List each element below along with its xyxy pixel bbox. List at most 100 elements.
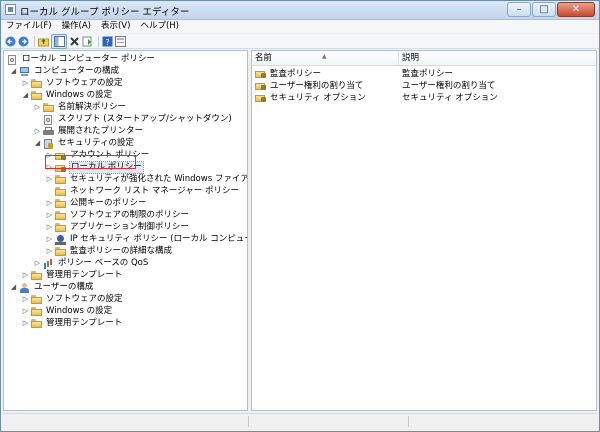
expand-collapse-icon[interactable]: ◢ [9, 67, 18, 76]
folder-icon [31, 270, 42, 281]
refresh-button[interactable] [82, 36, 93, 47]
tree-node-name-resolution-policy[interactable]: ▷ 名前解決ポリシー [33, 102, 127, 113]
tree-node-security-settings[interactable]: ◢ セキュリティの設定 [33, 138, 135, 149]
expand-icon[interactable]: ▷ [21, 295, 30, 304]
tree-node-policy-based-qos[interactable]: ▷ ポリシー ベースの QoS [33, 258, 149, 269]
expand-collapse-icon[interactable]: ◢ [33, 139, 42, 148]
expand-icon[interactable]: ▷ [33, 127, 42, 136]
folder-icon [55, 210, 66, 221]
tree-node-windows-settings[interactable]: ◢ Windows の設定 [21, 90, 113, 101]
minimize-button[interactable]: – [507, 2, 531, 17]
tree-node-label: スクリプト (スタートアップ/シャットダウン) [58, 114, 232, 124]
show-hide-tree-button[interactable] [51, 33, 67, 49]
status-bar [3, 413, 597, 430]
tree-node-label: Windows の設定 [46, 306, 113, 316]
expand-icon[interactable]: ▷ [33, 103, 42, 112]
computer-icon [19, 66, 30, 77]
expand-icon[interactable]: ▷ [45, 199, 54, 208]
folder-icon [31, 78, 42, 89]
properties-button[interactable] [115, 35, 126, 47]
tree-node-local-computer-policy[interactable]: ローカル コンピューター ポリシー [7, 54, 156, 65]
column-header-name[interactable]: ▲ 名前 [252, 51, 399, 65]
tree-node-label: ソフトウェアの設定 [46, 78, 123, 88]
tree-node-label: 名前解決ポリシー [58, 102, 127, 112]
toolbar-separator [34, 35, 35, 47]
delete-button[interactable] [69, 36, 80, 47]
tree-node-public-key-policy[interactable]: ▷ 公開キーのポリシー [45, 198, 148, 209]
tree-node-user-software-settings[interactable]: ▷ ソフトウェアの設定 [21, 294, 124, 305]
toolbar-separator [98, 35, 99, 47]
list-item[interactable]: セキュリティ オプション セキュリティ オプション [252, 92, 596, 104]
tree-node-user-windows-settings[interactable]: ▷ Windows の設定 [21, 306, 113, 317]
back-button[interactable] [5, 36, 16, 47]
tree-node-admin-templates[interactable]: ▷ 管理用テンプレート [21, 270, 123, 281]
expand-collapse-icon[interactable]: ◢ [21, 91, 30, 100]
tree-node-label: ソフトウェアの制限のポリシー [70, 210, 190, 220]
lock-folder-icon [255, 93, 266, 103]
show-hide-tree-icon [53, 35, 65, 47]
close-button[interactable]: ✕ [557, 2, 595, 17]
properties-icon [115, 35, 126, 47]
expand-icon[interactable]: ▷ [45, 211, 54, 220]
expand-icon[interactable]: ▷ [45, 247, 54, 256]
tree-node-advanced-audit[interactable]: ▷ 監査ポリシーの詳細な構成 [45, 246, 173, 257]
expand-icon[interactable]: ▷ [21, 307, 30, 316]
tree-node-label: セキュリティが強化された Windows ファイアウォール [70, 174, 248, 184]
menu-action[interactable]: 操作(A) [57, 20, 96, 33]
tree-pane[interactable]: ローカル コンピューター ポリシー ◢ コンピューターの構成 ▷ ソフトウェアの設定… [3, 50, 248, 411]
window-title: ローカル グループ ポリシー エディター [20, 7, 190, 18]
list-item-name: ユーザー権利の割り当て [270, 80, 364, 91]
folder-icon [55, 246, 66, 257]
expand-icon[interactable]: ▷ [21, 79, 30, 88]
lock-folder-icon [255, 81, 266, 91]
list-item-description: 監査ポリシー [402, 69, 454, 79]
title-bar[interactable]: ローカル グループ ポリシー エディター – □ ✕ [1, 1, 599, 20]
tree-node-label: 公開キーのポリシー [70, 198, 147, 208]
close-icon: ✕ [571, 4, 581, 15]
tree-node-user-admin-templates[interactable]: ▷ 管理用テンプレート [21, 318, 123, 329]
menu-help[interactable]: ヘルプ(H) [135, 20, 184, 33]
expand-icon[interactable]: ▷ [45, 223, 54, 232]
tree-node-label: ローカル コンピューター ポリシー [22, 54, 155, 64]
column-header-description[interactable]: 説明 [399, 51, 596, 65]
expand-icon[interactable]: ▷ [21, 271, 30, 280]
tree-node-application-control[interactable]: ▷ アプリケーション制御ポリシー [45, 222, 190, 233]
up-folder-button[interactable] [38, 36, 49, 47]
tree-node-label: ユーザーの構成 [34, 282, 94, 292]
help-button[interactable]: ? [102, 36, 113, 47]
menu-view[interactable]: 表示(V) [96, 20, 135, 33]
delete-icon [70, 36, 79, 46]
tree-node-user-config[interactable]: ◢ ユーザーの構成 [9, 282, 94, 293]
list-item[interactable]: 監査ポリシー 監査ポリシー [252, 68, 596, 80]
menu-file[interactable]: ファイル(F) [1, 20, 57, 33]
tree-node-label: コンピューターの構成 [34, 66, 120, 76]
caption-buttons: – □ ✕ [506, 2, 595, 18]
column-header-description-label: 説明 [402, 53, 420, 63]
qos-chart-icon [43, 259, 54, 269]
maximize-icon: □ [539, 4, 549, 15]
folder-icon [31, 306, 42, 317]
expand-icon[interactable]: ▷ [45, 175, 54, 184]
lock-folder-icon [255, 69, 266, 79]
back-icon [5, 36, 16, 46]
expand-icon[interactable]: ▷ [33, 259, 42, 268]
ip-security-icon [55, 234, 66, 245]
expand-collapse-icon[interactable]: ◢ [9, 283, 18, 292]
tree-node-scripts[interactable]: スクリプト (スタートアップ/シャットダウン) [43, 114, 233, 125]
sort-up-icon: ▲ [322, 53, 327, 60]
maximize-button[interactable]: □ [532, 2, 556, 17]
tree-node-network-list-manager[interactable]: ネットワーク リスト マネージャー ポリシー [55, 186, 240, 197]
forward-button[interactable] [18, 36, 29, 47]
list-item[interactable]: ユーザー権利の割り当て ユーザー権利の割り当て [252, 80, 596, 92]
tree-node-deployed-printers[interactable]: ▷ 展開されたプリンター [33, 126, 144, 137]
tree-node-computer-config[interactable]: ◢ コンピューターの構成 [9, 66, 120, 77]
tree-node-software-restriction[interactable]: ▷ ソフトウェアの制限のポリシー [45, 210, 190, 221]
main-window: ローカル グループ ポリシー エディター – □ ✕ ファイル(F) 操作(A)… [0, 0, 600, 432]
tree-node-windows-firewall[interactable]: ▷ セキュリティが強化された Windows ファイアウォール [45, 174, 248, 185]
tree-node-label: Windows の設定 [46, 90, 113, 100]
expand-icon[interactable]: ▷ [21, 319, 30, 328]
tree-node-ip-security[interactable]: ▷ IP セキュリティ ポリシー (ローカル コンピューター) [45, 234, 247, 245]
expand-icon[interactable]: ▷ [45, 235, 54, 244]
tree-node-software-settings[interactable]: ▷ ソフトウェアの設定 [21, 78, 124, 89]
list-pane[interactable]: ▲ 名前 説明 監査ポリシー 監査ポリシー ユーザー権利の割り当て ユーザー権利… [251, 50, 597, 411]
